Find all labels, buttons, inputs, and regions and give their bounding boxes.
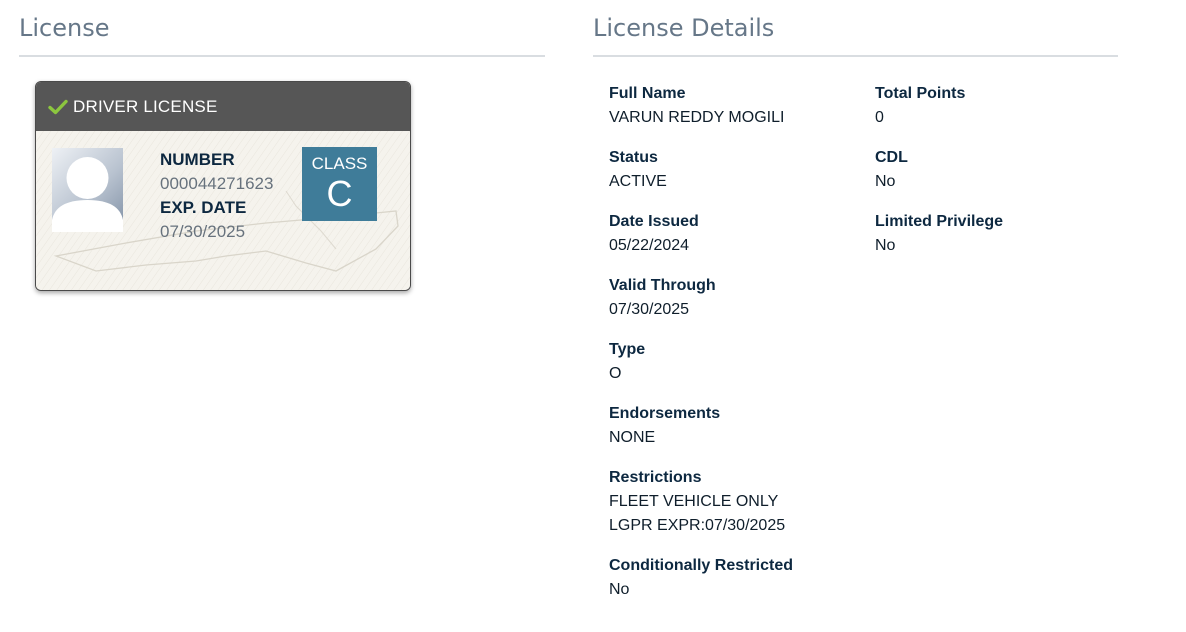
restrictions-label: Restrictions — [609, 469, 702, 486]
status-value: ACTIVE — [609, 173, 667, 190]
class-label: CLASS — [311, 154, 368, 173]
date-issued-label: Date Issued — [609, 213, 699, 230]
conditionally-restricted-value: No — [609, 581, 630, 598]
license-number-value: 000044271623 — [160, 174, 274, 193]
details-section-divider — [593, 55, 1118, 57]
card-header: DRIVER LICENSE — [36, 82, 410, 131]
type-label: Type — [609, 341, 646, 358]
limited-privilege-label: Limited Privilege — [875, 213, 1004, 230]
total-points-label: Total Points — [875, 85, 966, 102]
class-value: C — [326, 173, 353, 214]
total-points-value: 0 — [875, 109, 884, 126]
restriction-item: FLEET VEHICLE ONLY — [609, 493, 779, 510]
full-name-value: VARUN REDDY MOGILI — [609, 109, 785, 126]
license-section-divider — [19, 55, 545, 57]
date-issued-value: 05/22/2024 — [609, 237, 690, 254]
card-header-label: DRIVER LICENSE — [73, 96, 218, 116]
restriction-item: LGPR EXPR:07/30/2025 — [609, 517, 786, 534]
license-number-label: NUMBER — [160, 150, 235, 169]
license-class-badge: CLASS C — [302, 147, 377, 221]
limited-privilege-value: No — [875, 237, 896, 254]
exp-date-value: 07/30/2025 — [160, 222, 246, 241]
card-body: NUMBER 000044271623 EXP. DATE 07/30/2025… — [36, 131, 410, 290]
details-section-title: License Details — [593, 14, 775, 42]
cdl-value: No — [875, 173, 896, 190]
exp-date-label: EXP. DATE — [160, 198, 247, 217]
cdl-label: CDL — [875, 149, 908, 166]
type-value: O — [609, 365, 622, 382]
conditionally-restricted-label: Conditionally Restricted — [609, 557, 794, 574]
check-icon — [48, 99, 68, 115]
endorsements-label: Endorsements — [609, 405, 721, 422]
full-name-label: Full Name — [609, 85, 686, 102]
avatar-placeholder — [52, 148, 123, 232]
license-section-title: License — [19, 14, 110, 42]
endorsements-value: NONE — [609, 429, 656, 446]
driver-license-card: DRIVER LICENSE NUMBER 000044271623 EXP. … — [35, 81, 411, 291]
status-label: Status — [609, 149, 658, 166]
valid-through-value: 07/30/2025 — [609, 301, 690, 318]
valid-through-label: Valid Through — [609, 277, 716, 294]
